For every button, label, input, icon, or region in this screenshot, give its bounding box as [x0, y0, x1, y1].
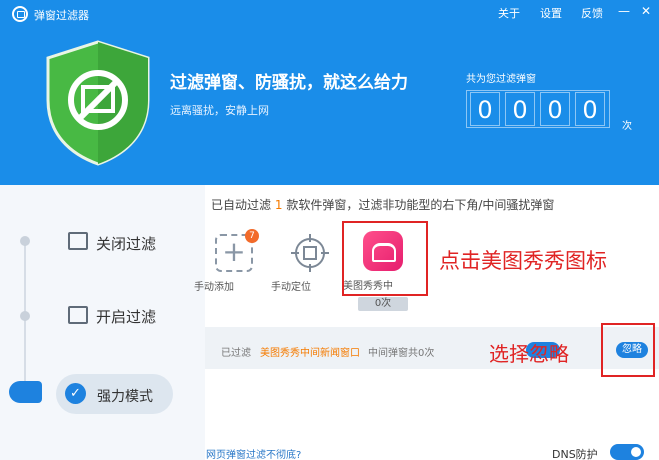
counter-digit: 0 [505, 92, 535, 126]
mode-strong-label[interactable]: 强力模式 [97, 386, 153, 406]
window-icon [68, 306, 88, 324]
app-count-chip: 0次 [358, 297, 408, 311]
minimize-button[interactable]: — [618, 4, 630, 18]
hero-headline: 过滤弹窗、防骚扰，就这么给力 [170, 73, 408, 93]
mode-sidebar: 关闭过滤 开启过滤 ✓ 强力模式 [0, 185, 205, 460]
mode-close-filter[interactable]: 关闭过滤 [96, 233, 156, 254]
shield-icon [46, 40, 150, 166]
hero-subline: 远离骚扰，安静上网 [170, 104, 269, 117]
counter-label: 共为您过滤弹窗 [466, 74, 536, 85]
counter-digit: 0 [575, 92, 605, 126]
annotation-box-ignore [601, 323, 655, 377]
status-line: 已自动过滤 1 款软件弹窗，过滤非功能型的右下角/中间骚扰弹窗 [211, 196, 554, 213]
manual-add-label: 手动添加 [194, 282, 234, 293]
filtered-window-desc: 中间弹窗共0次 [368, 348, 435, 359]
mode-dot [20, 311, 30, 321]
filtered-label: 已过滤 [221, 348, 251, 359]
annotation-click-icon: 点击美图秀秀图标 [439, 249, 607, 273]
menu-about[interactable]: 关于 [498, 5, 520, 21]
check-icon: ✓ [65, 383, 86, 404]
status-suffix: 款软件弹窗，过滤非功能型的右下角/中间骚扰弹窗 [286, 198, 555, 212]
menu-feedback[interactable]: 反馈 [581, 5, 603, 21]
annotation-choose-ignore: 选择忽略 [489, 342, 569, 366]
web-popup-help-link[interactable]: 网页弹窗过滤不彻底? [206, 446, 301, 460]
status-prefix: 已自动过滤 [211, 198, 272, 212]
dns-protection-label: DNS防护 [552, 448, 598, 460]
app-title: 弹窗过滤器 [34, 9, 89, 22]
filtered-window-name: 美图秀秀中间新闻窗口 [260, 348, 360, 359]
status-count: 1 [274, 198, 283, 212]
counter-unit: 次 [622, 121, 632, 132]
annotation-box-app [342, 221, 428, 296]
counter-digit: 0 [540, 92, 570, 126]
crosshair-icon[interactable] [291, 234, 329, 272]
checkbox-icon [68, 232, 88, 250]
mode-open-filter[interactable]: 开启过滤 [96, 306, 156, 327]
counter-digit: 0 [470, 92, 500, 126]
menu-settings[interactable]: 设置 [540, 5, 562, 21]
main-panel: 已自动过滤 1 款软件弹窗，过滤非功能型的右下角/中间骚扰弹窗 + 7 手动添加… [194, 185, 659, 460]
app-logo-icon [12, 6, 28, 22]
dns-protection-toggle[interactable] [610, 444, 644, 460]
close-button[interactable]: ✕ [641, 4, 651, 18]
manual-locate-label: 手动定位 [271, 282, 311, 293]
manual-add-badge: 7 [245, 229, 259, 243]
active-mode-indicator [9, 381, 42, 403]
mode-dot [20, 236, 30, 246]
header-banner: 弹窗过滤器 关于 设置 反馈 — ✕ 过滤弹窗、防骚扰，就这么给力 远离骚扰，安… [0, 0, 659, 185]
filter-counter: 0 0 0 0 [466, 90, 610, 128]
